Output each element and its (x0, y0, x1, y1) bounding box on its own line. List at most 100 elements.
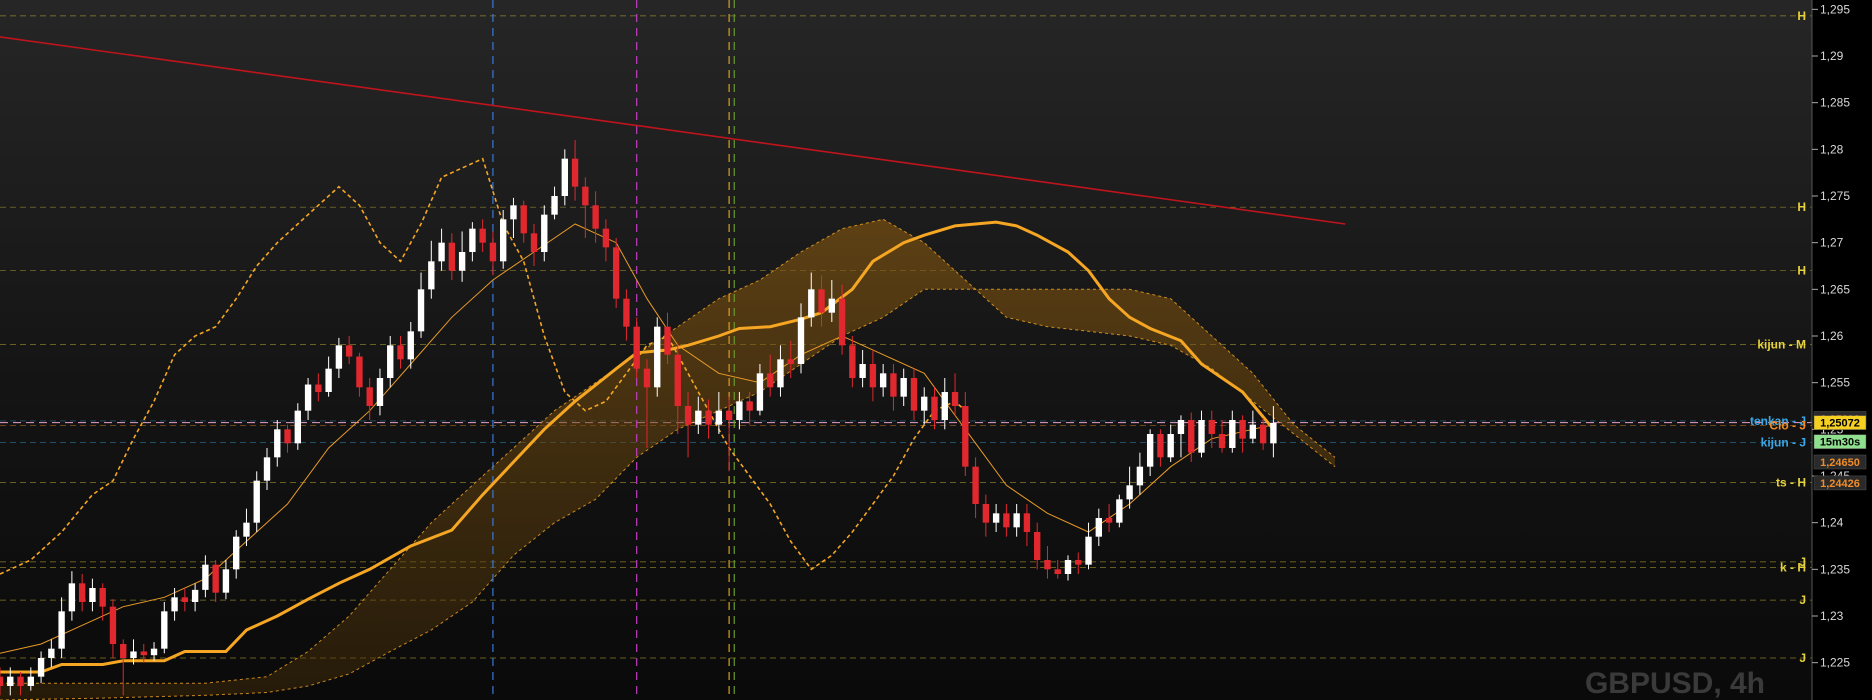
candle-body (602, 228, 610, 248)
candle-body (571, 158, 579, 187)
candle-body (428, 261, 435, 290)
level-label: H (1797, 264, 1806, 278)
candle-body (849, 345, 856, 378)
candle-body (643, 368, 651, 388)
candle-body (1188, 420, 1195, 453)
candle-body (900, 378, 907, 397)
candle-body (838, 298, 846, 346)
candle-body (7, 676, 14, 686)
candle-body (171, 597, 178, 612)
candle-body (859, 364, 866, 378)
candle-body (1249, 424, 1257, 439)
y-tick-label: 1,255 (1820, 376, 1850, 390)
candle-body (130, 651, 137, 658)
candle-body (1136, 466, 1144, 486)
candle-body (489, 242, 497, 262)
candle-body (181, 597, 189, 602)
candle-body (345, 345, 353, 357)
candle-body (1157, 434, 1164, 458)
candle-body (1095, 518, 1102, 537)
candle-body (387, 345, 394, 378)
candle-body (931, 396, 938, 420)
candle-body (664, 326, 671, 355)
candle-body (202, 564, 209, 590)
instrument-watermark: GBPUSD, 4h (1585, 667, 1765, 700)
candle-body (623, 298, 630, 327)
candle-body (120, 644, 127, 658)
trendline-segment (0, 36, 1346, 225)
candle-body (1064, 560, 1072, 574)
candle-body (725, 410, 733, 420)
candle-body (68, 583, 76, 612)
kumo-cloud (0, 218, 1336, 700)
candle-body (500, 219, 507, 262)
level-label: kijun - M (1757, 337, 1806, 351)
horizontal-levels (0, 15, 1812, 659)
candle-body (284, 429, 291, 444)
candle-body (705, 410, 712, 425)
candle-body (828, 298, 835, 313)
candle-body (756, 373, 764, 411)
candle-body (1218, 434, 1226, 448)
candle-body (520, 205, 527, 234)
candle-body (582, 186, 589, 206)
y-tick-label: 1,29 (1820, 49, 1844, 63)
candle-body (366, 387, 373, 406)
candle-body (1105, 518, 1113, 523)
candle-body (879, 373, 887, 388)
candle-body (951, 392, 959, 406)
candle-body (530, 233, 538, 252)
candle-body (1023, 513, 1031, 532)
candle-body (808, 289, 815, 318)
candle-body (1075, 560, 1082, 565)
candle-body (438, 242, 445, 262)
candle-body (1239, 420, 1246, 439)
candle-body (736, 401, 743, 420)
candle-body (890, 373, 897, 397)
ichimoku-chart[interactable]: HHHkijun - Mtenkan - JClo - Jkijun - Jts… (0, 0, 1872, 700)
candle-body (797, 317, 805, 364)
candle-body (253, 480, 260, 523)
candle-body (1085, 536, 1092, 565)
candle-body (684, 406, 692, 425)
candle-body (407, 331, 414, 360)
candle-body (787, 359, 794, 364)
candle-body (1034, 532, 1041, 560)
level-label: H (1797, 9, 1806, 23)
candle-body (1177, 420, 1185, 434)
candle-body (1146, 434, 1154, 467)
candle-body (777, 359, 784, 388)
candle-body (37, 658, 45, 677)
candle-body (561, 158, 568, 196)
price-badge-text: 1,24650 (1820, 457, 1860, 469)
level-label: J (1799, 651, 1806, 665)
price-badge-text: 15m30s (1820, 437, 1860, 449)
y-tick-label: 1,295 (1820, 2, 1850, 16)
candle-body (818, 289, 825, 313)
candle-body (304, 384, 312, 411)
cloud-fill (0, 219, 1335, 700)
trendline[interactable] (0, 33, 1346, 225)
candle-body (109, 606, 117, 644)
candle-body (479, 228, 486, 243)
candle-body (1013, 513, 1020, 528)
candle-body (551, 196, 558, 215)
candle-body (58, 611, 65, 649)
candle-body (140, 651, 147, 656)
candle-body (1208, 420, 1215, 434)
candle-body (315, 384, 322, 392)
y-tick-label: 1,23 (1820, 609, 1844, 623)
candle-body (992, 513, 1000, 523)
candle-body (150, 648, 158, 656)
candle-body (921, 396, 928, 411)
candle-body (972, 466, 979, 504)
candle-body (448, 242, 456, 271)
candle-body (1044, 560, 1051, 570)
candle-body (191, 589, 199, 602)
senkou-a-line (0, 218, 1336, 684)
candle-body (417, 289, 425, 332)
candle-body (941, 392, 948, 420)
candle-body (982, 504, 990, 523)
chart-area[interactable]: H H Hkijun - Mtenkan - J Clo - Jkijun - Jts… (0, 0, 1872, 700)
y-tick-label: 1,26 (1820, 329, 1844, 343)
